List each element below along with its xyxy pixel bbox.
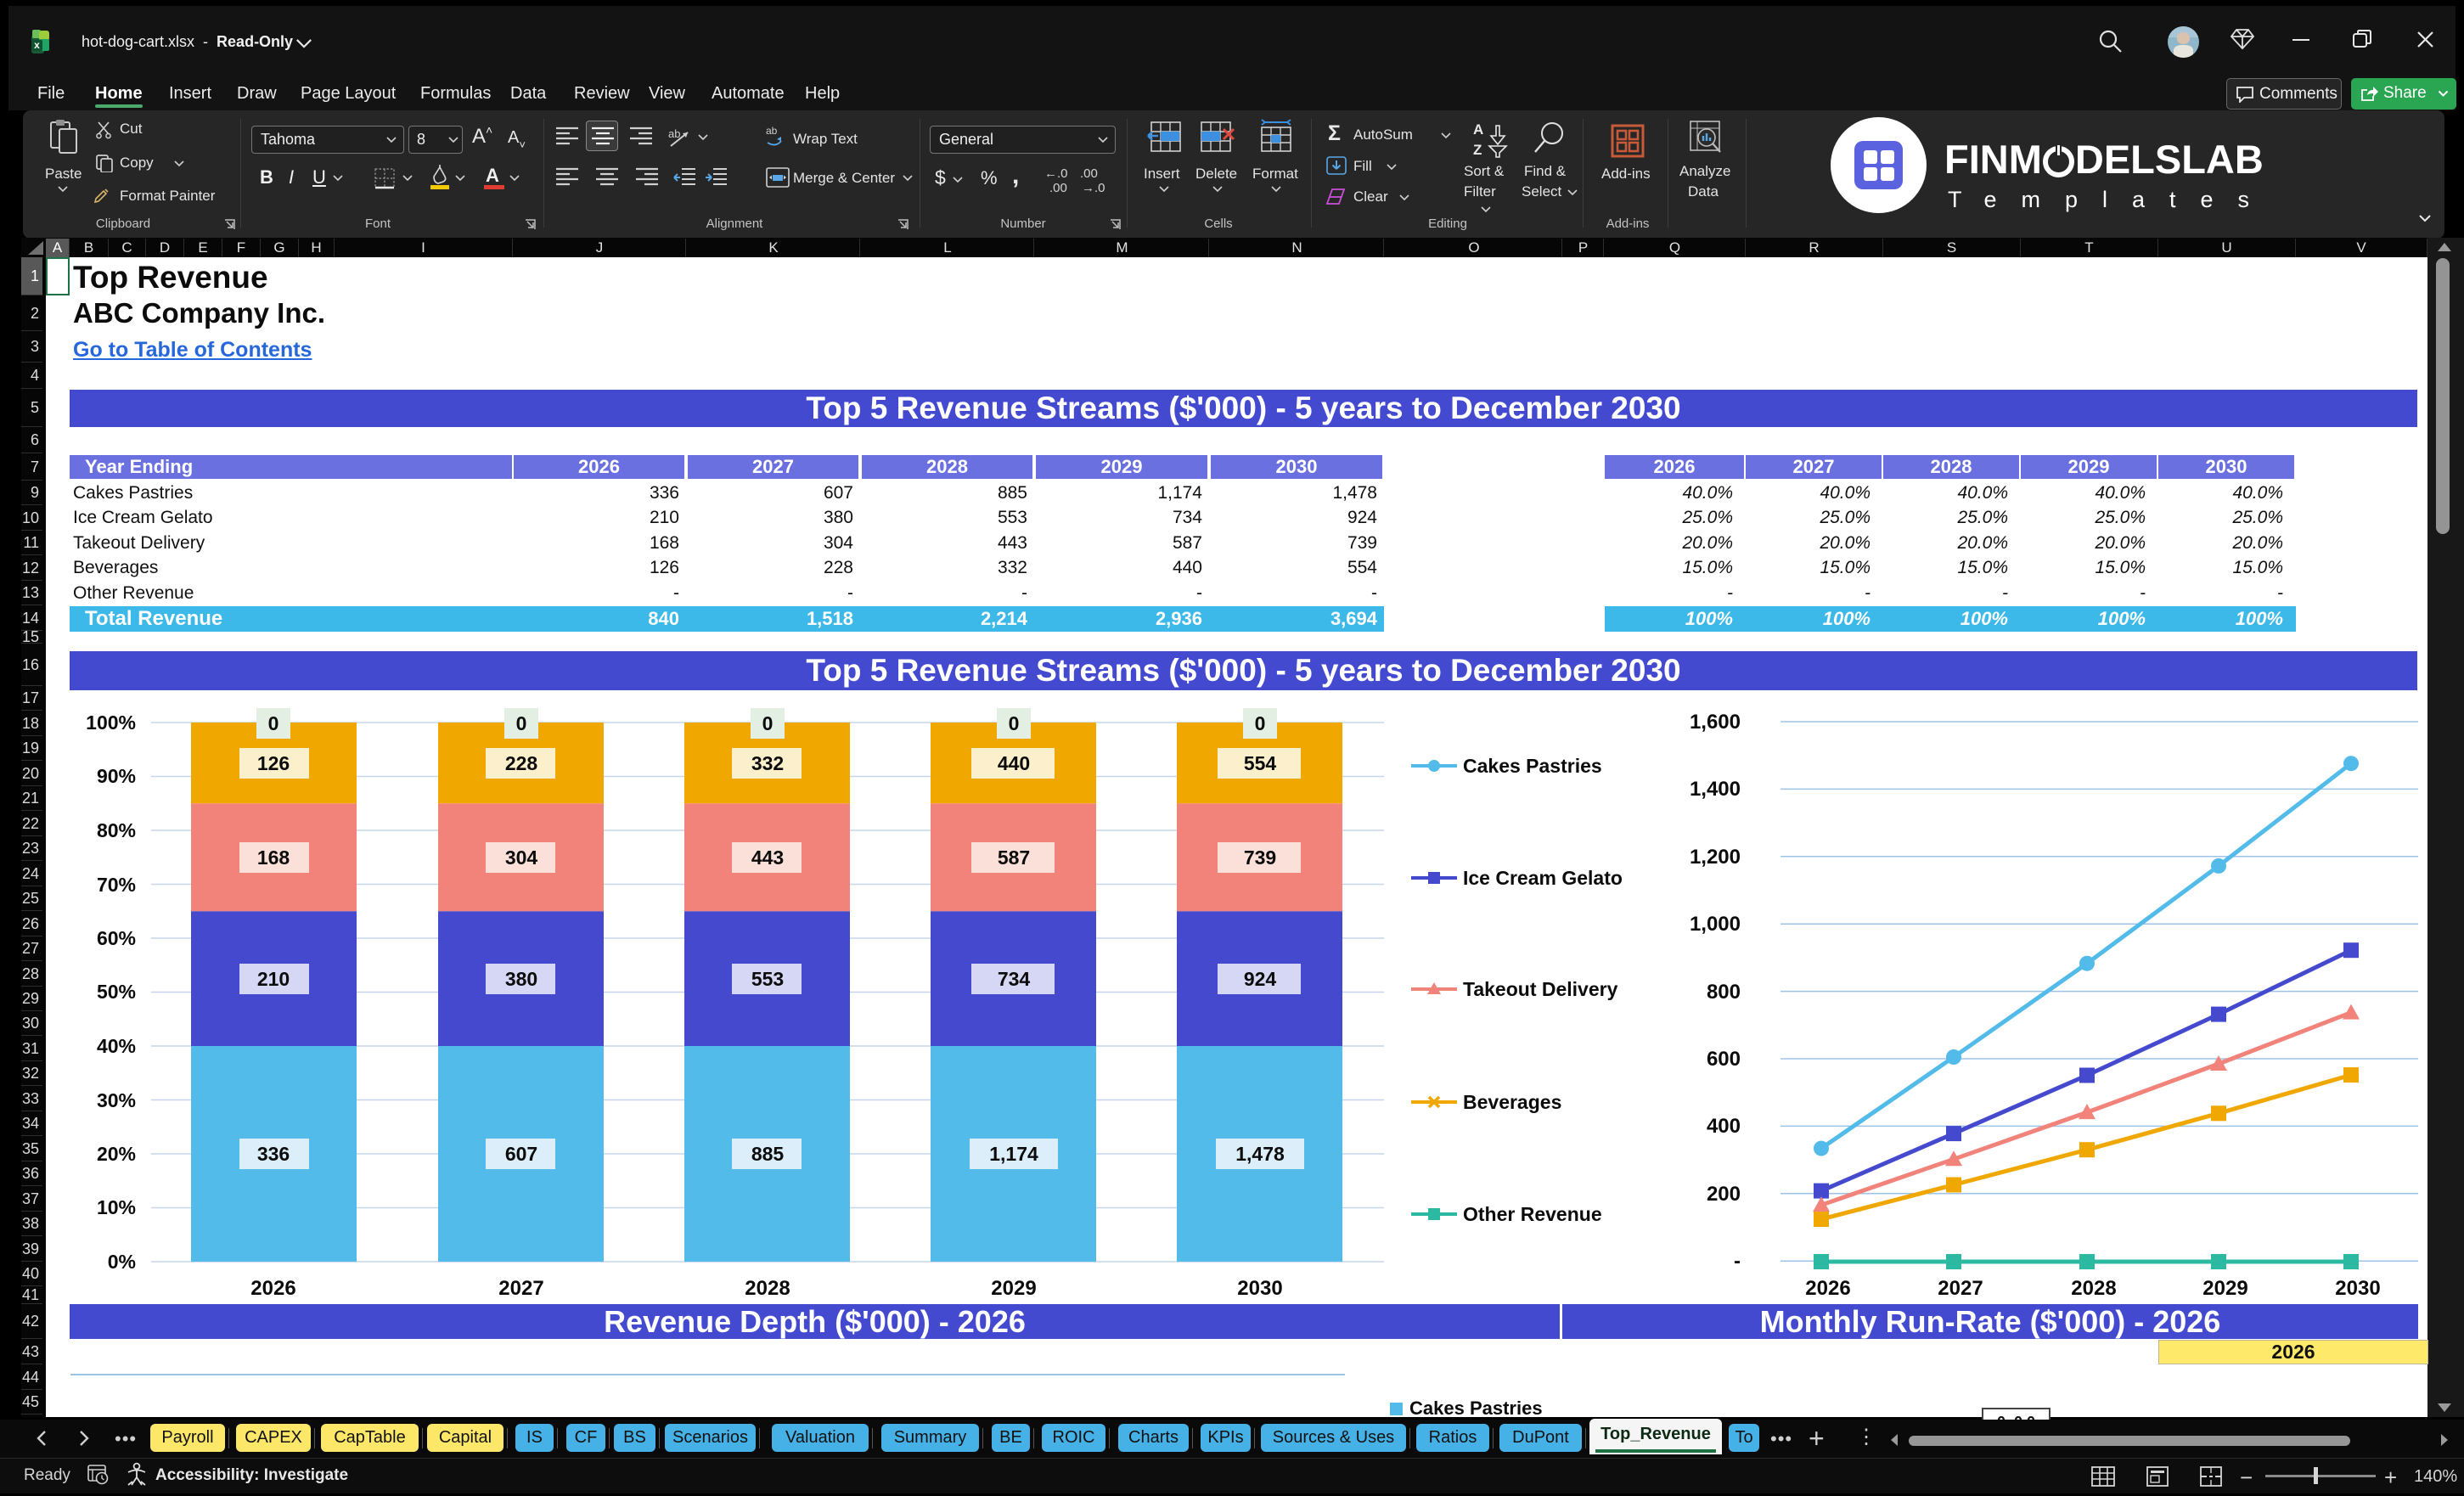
- svg-text:2029: 2029: [991, 1277, 1036, 1300]
- svg-text:1,400: 1,400: [1690, 778, 1741, 801]
- svg-text:168: 168: [257, 846, 290, 869]
- svg-text:80%: 80%: [97, 819, 136, 841]
- svg-text:380: 380: [505, 968, 537, 990]
- svg-text:2027: 2027: [498, 1277, 543, 1300]
- svg-text:0: 0: [762, 712, 774, 734]
- svg-text:2026: 2026: [1805, 1277, 1850, 1300]
- svg-text:Cakes Pastries: Cakes Pastries: [1463, 755, 1602, 777]
- svg-text:400: 400: [1707, 1115, 1741, 1138]
- svg-text:-: -: [1734, 1250, 1741, 1273]
- svg-text:200: 200: [1707, 1183, 1741, 1206]
- svg-text:20%: 20%: [97, 1143, 136, 1165]
- svg-text:60%: 60%: [97, 927, 136, 949]
- svg-text:90%: 90%: [97, 765, 136, 787]
- svg-text:2029: 2029: [2202, 1277, 2247, 1300]
- svg-text:Other Revenue: Other Revenue: [1463, 1203, 1602, 1225]
- svg-text:1,174: 1,174: [989, 1143, 1038, 1165]
- svg-text:0: 0: [1009, 712, 1020, 734]
- svg-text:440: 440: [998, 752, 1030, 774]
- svg-text:100%: 100%: [86, 711, 136, 734]
- svg-text:2030: 2030: [1237, 1277, 1282, 1300]
- svg-text:40%: 40%: [97, 1035, 136, 1057]
- svg-text:553: 553: [751, 968, 784, 990]
- svg-text:1,000: 1,000: [1690, 913, 1741, 936]
- svg-text:30%: 30%: [97, 1089, 136, 1111]
- svg-text:443: 443: [751, 846, 784, 869]
- svg-text:554: 554: [1244, 752, 1277, 774]
- svg-text:1,478: 1,478: [1235, 1143, 1285, 1165]
- svg-text:0: 0: [516, 712, 527, 734]
- svg-text:2026: 2026: [250, 1277, 295, 1300]
- svg-text:2028: 2028: [2071, 1277, 2116, 1300]
- svg-text:50%: 50%: [97, 981, 136, 1003]
- svg-text:1,600: 1,600: [1690, 711, 1741, 734]
- svg-text:Beverages: Beverages: [1463, 1091, 1561, 1113]
- svg-text:800: 800: [1707, 981, 1741, 1004]
- svg-text:924: 924: [1244, 968, 1277, 990]
- svg-text:70%: 70%: [97, 874, 136, 896]
- svg-text:332: 332: [751, 752, 784, 774]
- svg-text:10%: 10%: [97, 1196, 136, 1218]
- svg-text:126: 126: [257, 752, 290, 774]
- svg-text:587: 587: [998, 846, 1030, 869]
- svg-text:739: 739: [1244, 846, 1276, 869]
- svg-text:2027: 2027: [1938, 1277, 1983, 1300]
- svg-text:228: 228: [505, 752, 538, 774]
- svg-text:600: 600: [1707, 1048, 1741, 1071]
- svg-text:Ice Cream Gelato: Ice Cream Gelato: [1463, 867, 1623, 889]
- svg-text:0: 0: [1255, 712, 1266, 734]
- svg-text:0: 0: [268, 712, 279, 734]
- svg-text:2030: 2030: [2335, 1277, 2380, 1300]
- svg-text:Takeout Delivery: Takeout Delivery: [1463, 978, 1618, 1000]
- svg-text:2028: 2028: [745, 1277, 790, 1300]
- svg-text:1,200: 1,200: [1690, 846, 1741, 869]
- svg-text:336: 336: [257, 1143, 290, 1165]
- svg-text:210: 210: [257, 968, 290, 990]
- svg-text:304: 304: [505, 846, 538, 869]
- svg-text:607: 607: [505, 1143, 537, 1165]
- svg-text:0%: 0%: [108, 1251, 136, 1273]
- svg-text:734: 734: [998, 968, 1031, 990]
- svg-text:885: 885: [751, 1143, 785, 1165]
